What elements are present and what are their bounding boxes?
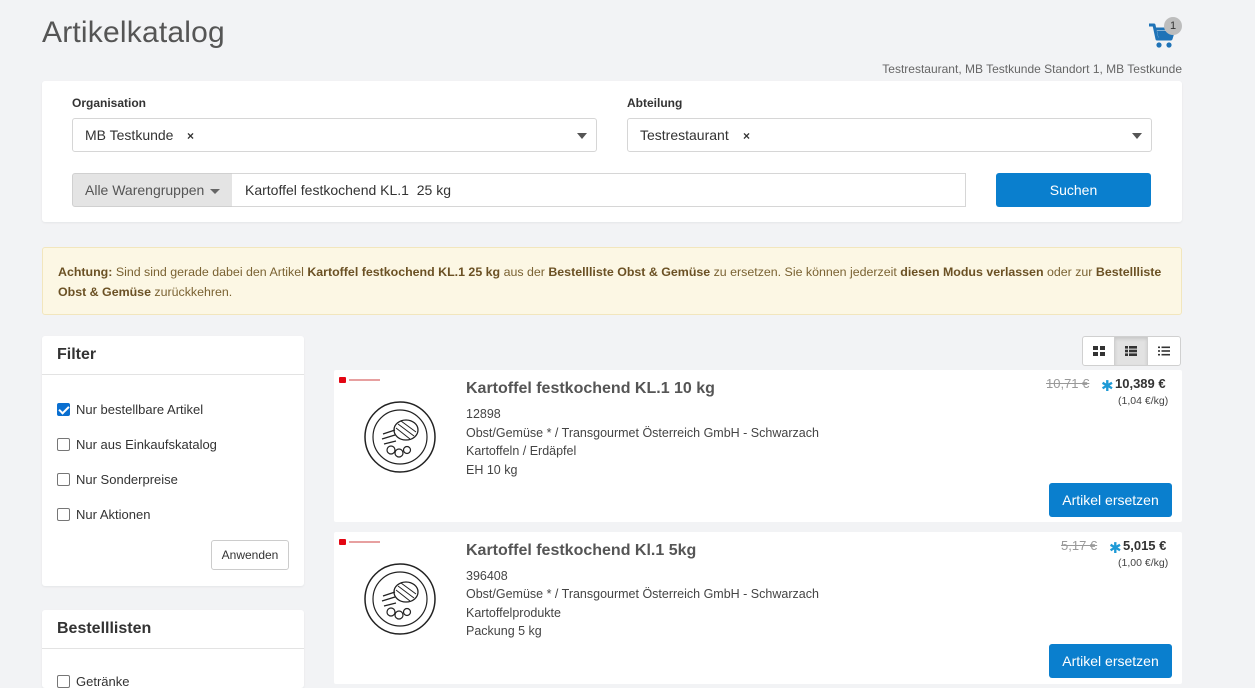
exit-mode-link[interactable]: diesen Modus verlassen xyxy=(900,265,1043,279)
warengruppen-label: Alle Warengruppen xyxy=(85,182,205,198)
bestelllisten-panel: Bestelllisten Getränke xyxy=(42,610,304,688)
organisation-label: Organisation xyxy=(72,96,147,110)
remove-organisation-icon[interactable]: × xyxy=(187,129,194,143)
abteilung-tag: Testrestaurant xyxy=(640,127,729,143)
filter-option-label: Nur Aktionen xyxy=(76,507,151,522)
checkbox-checked[interactable] xyxy=(57,403,70,416)
special-price-icon: ✱ xyxy=(1109,540,1122,557)
filter-panel: Filter Nur bestellbare Artikel Nur aus E… xyxy=(42,336,304,586)
compact-list-button[interactable] xyxy=(1148,337,1180,365)
checkbox[interactable] xyxy=(57,438,70,451)
alert-list-link[interactable]: Bestellliste Obst & Gemüse xyxy=(548,265,710,279)
price: 10,389 € xyxy=(1115,376,1166,391)
apply-filter-button[interactable]: Anwenden xyxy=(211,540,289,570)
replace-mode-alert: Achtung: Sind sind gerade dabei den Arti… xyxy=(42,247,1182,315)
product-title[interactable]: Kartoffel festkochend Kl.1 5kg xyxy=(466,542,696,560)
product-supplier: Obst/Gemüse * / Transgourmet Österreich … xyxy=(466,426,819,440)
product-category: Kartoffeln / Erdäpfel xyxy=(466,444,577,458)
compact-list-icon xyxy=(1157,346,1170,356)
customer-context: Testrestaurant, MB Testkunde Standort 1,… xyxy=(882,62,1182,76)
filter-option-label: Nur bestellbare Artikel xyxy=(76,402,204,417)
alert-article: Kartoffel festkochend KL.1 25 kg xyxy=(307,265,501,279)
remove-abteilung-icon[interactable]: × xyxy=(743,129,750,143)
special-price-icon: ✱ xyxy=(1101,378,1114,395)
product-placeholder-icon xyxy=(364,563,436,635)
product-pack: EH 10 kg xyxy=(466,463,518,477)
product-number: 12898 xyxy=(466,407,501,421)
price: 5,015 € xyxy=(1123,538,1167,553)
abteilung-label: Abteilung xyxy=(627,96,683,110)
search-button[interactable]: Suchen xyxy=(996,173,1151,207)
product-placeholder-icon xyxy=(364,401,436,473)
product-pack: Packung 5 kg xyxy=(466,624,542,638)
list-view-button[interactable] xyxy=(1115,337,1148,365)
page-title: Artikelkatalog xyxy=(42,16,225,49)
search-input[interactable] xyxy=(232,173,966,207)
replace-article-button[interactable]: Artikel ersetzen xyxy=(1049,483,1172,517)
product-card: Kartoffel festkochend KL.1 10 kg 12898 O… xyxy=(334,370,1182,522)
old-price: 10,71 € xyxy=(1046,376,1090,391)
replace-article-button[interactable]: Artikel ersetzen xyxy=(1049,644,1172,678)
list-view-icon xyxy=(1125,346,1138,356)
product-title[interactable]: Kartoffel festkochend KL.1 10 kg xyxy=(466,380,715,398)
cart-button[interactable]: 1 xyxy=(1146,17,1182,51)
chevron-down-icon xyxy=(1132,133,1142,139)
unit-price: (1,00 €/kg) xyxy=(1118,557,1169,569)
caret-down-icon xyxy=(210,189,220,194)
bestelllisten-title: Bestelllisten xyxy=(42,610,304,649)
filter-option-label: Nur aus Einkaufskatalog xyxy=(76,437,217,452)
chevron-down-icon xyxy=(577,133,587,139)
bestellliste-label: Getränke xyxy=(76,674,130,688)
search-card: Organisation MB Testkunde × Abteilung Te… xyxy=(42,81,1182,222)
alert-text: Sind sind gerade dabei den Artikel xyxy=(112,265,308,279)
alert-text: zurückkehren. xyxy=(150,285,233,299)
transgourmet-logo-icon xyxy=(339,377,380,383)
checkbox[interactable] xyxy=(57,473,70,486)
abteilung-select[interactable]: Testrestaurant × xyxy=(627,118,1152,152)
product-card: Kartoffel festkochend Kl.1 5kg 396408 Ob… xyxy=(334,532,1182,684)
filter-title: Filter xyxy=(42,336,304,375)
view-mode-toggle xyxy=(1082,336,1181,366)
product-category: Kartoffelprodukte xyxy=(466,606,561,620)
checkbox[interactable] xyxy=(57,675,70,688)
warengruppen-dropdown[interactable]: Alle Warengruppen xyxy=(72,173,233,207)
alert-lead: Achtung: xyxy=(58,265,113,279)
filter-option-label: Nur Sonderpreise xyxy=(76,472,178,487)
alert-text: oder zur xyxy=(1043,265,1096,279)
unit-price: (1,04 €/kg) xyxy=(1118,395,1169,407)
organisation-tag: MB Testkunde xyxy=(85,127,174,143)
cart-count-badge: 1 xyxy=(1164,17,1182,35)
transgourmet-logo-icon xyxy=(339,539,380,545)
organisation-select[interactable]: MB Testkunde × xyxy=(72,118,597,152)
grid-view-icon xyxy=(1093,346,1105,356)
old-price: 5,17 € xyxy=(1061,538,1098,553)
grid-view-button[interactable] xyxy=(1083,337,1116,365)
alert-text: zu ersetzen. Sie können jederzeit xyxy=(710,265,901,279)
alert-text: aus der xyxy=(500,265,549,279)
checkbox[interactable] xyxy=(57,508,70,521)
product-number: 396408 xyxy=(466,569,508,583)
product-supplier: Obst/Gemüse * / Transgourmet Österreich … xyxy=(466,587,819,601)
